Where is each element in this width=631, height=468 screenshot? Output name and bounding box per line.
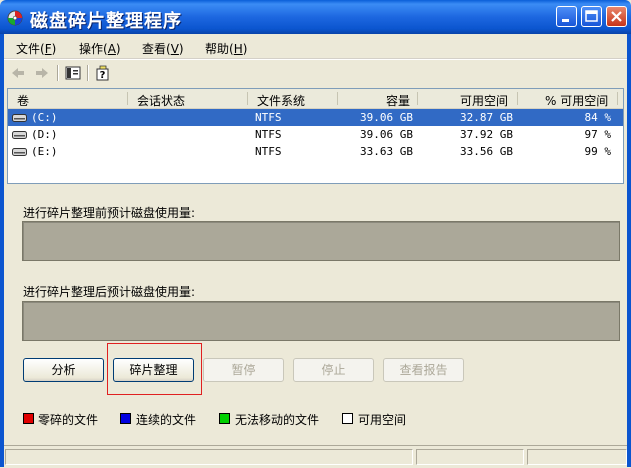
after-usage-label: 进行碎片整理后预计磁盘使用量: [23,285,196,299]
status-pane-secondary [416,449,524,465]
status-pane-tertiary [527,449,627,465]
volume-capacity: 33.63 GB [360,145,413,158]
legend-swatch-contiguous [120,413,131,424]
col-header-filesystem[interactable]: 文件系统 [257,92,305,109]
volume-name: (E:) [31,145,58,158]
svg-text:?: ? [100,70,106,81]
defragment-button[interactable]: 碎片整理 [113,358,194,382]
volume-free: 32.87 GB [460,111,513,124]
minimize-icon [562,19,569,22]
hard-drive-icon [12,131,27,139]
legend-contiguous-label: 连续的文件 [136,413,197,427]
close-icon [611,11,622,22]
window-title: 磁盘碎片整理程序 [30,11,182,32]
legend-swatch-free-space [342,413,353,424]
toolbar-separator [57,65,59,81]
after-usage-display [22,301,620,341]
volume-percent-free: 84 % [584,111,612,124]
legend-free-space-label: 可用空间 [358,413,407,427]
col-header-volume[interactable]: 卷 [17,92,29,109]
back-arrow-icon[interactable] [9,64,27,82]
table-row[interactable]: (C:) NTFS 39.06 GB 32.87 GB 84 % [8,109,623,126]
column-divider[interactable] [617,92,618,105]
volume-name: (D:) [31,128,58,141]
legend-swatch-fragmented [23,413,34,424]
column-divider[interactable] [337,92,338,105]
table-row[interactable]: (E:) NTFS 33.63 GB 33.56 GB 99 % [8,143,623,160]
volume-filesystem: NTFS [255,111,282,124]
pause-button[interactable]: 暂停 [203,358,284,382]
volume-filesystem: NTFS [255,128,282,141]
hard-drive-icon [12,114,27,122]
column-divider[interactable] [127,92,128,105]
window-frame-left [0,34,4,467]
table-row[interactable]: (D:) NTFS 39.06 GB 37.92 GB 97 % [8,126,623,143]
toolbar: ? [0,59,631,87]
volume-capacity: 39.06 GB [360,111,413,124]
volume-percent-free: 99 % [584,145,612,158]
analyze-button[interactable]: 分析 [23,358,104,382]
maximize-icon [585,10,598,22]
legend-fragmented-label: 零碎的文件 [38,413,99,427]
view-report-button[interactable]: 查看报告 [383,358,464,382]
volume-free: 33.56 GB [460,145,513,158]
help-properties-icon[interactable]: ? [94,64,112,82]
menu-action[interactable]: 操作(A) [79,40,121,57]
col-header-percent-free[interactable]: % 可用空间 [545,92,608,109]
legend-swatch-unmovable [219,413,230,424]
volume-free: 37.92 GB [460,128,513,141]
close-button[interactable] [606,6,627,27]
minimize-button[interactable] [556,6,577,27]
menu-bar: 文件(F) 操作(A) 查看(V) 帮助(H) [0,34,631,58]
console-tree-icon[interactable] [64,64,82,82]
legend-unmovable-label: 无法移动的文件 [235,413,320,427]
col-header-session[interactable]: 会话状态 [137,92,185,109]
menu-help[interactable]: 帮助(H) [205,40,247,57]
col-header-capacity[interactable]: 容量 [386,92,410,109]
menu-file[interactable]: 文件(F) [16,40,56,57]
volume-filesystem: NTFS [255,145,282,158]
volume-name: (C:) [31,111,58,124]
column-divider[interactable] [417,92,418,105]
volume-capacity: 39.06 GB [360,128,413,141]
window-frame-right [627,34,631,467]
maximize-button[interactable] [581,6,602,27]
defrag-app-icon [7,10,23,26]
volume-percent-free: 97 % [584,128,612,141]
status-pane-main [5,449,413,465]
forward-arrow-icon[interactable] [33,64,51,82]
col-header-free[interactable]: 可用空间 [460,92,508,109]
title-bar[interactable]: 磁盘碎片整理程序 [0,0,631,34]
column-divider[interactable] [517,92,518,105]
hard-drive-icon [12,148,27,156]
volume-list[interactable]: 卷 会话状态 文件系统 容量 可用空间 % 可用空间 (C:) NTFS 39.… [7,88,624,184]
volume-list-header: 卷 会话状态 文件系统 容量 可用空间 % 可用空间 [8,89,623,109]
column-divider[interactable] [247,92,248,105]
before-usage-label: 进行碎片整理前预计磁盘使用量: [23,206,196,220]
before-usage-display [22,221,620,261]
status-bar [0,445,631,468]
toolbar-separator [87,65,89,81]
menu-view[interactable]: 查看(V) [142,40,184,57]
stop-button[interactable]: 停止 [293,358,374,382]
